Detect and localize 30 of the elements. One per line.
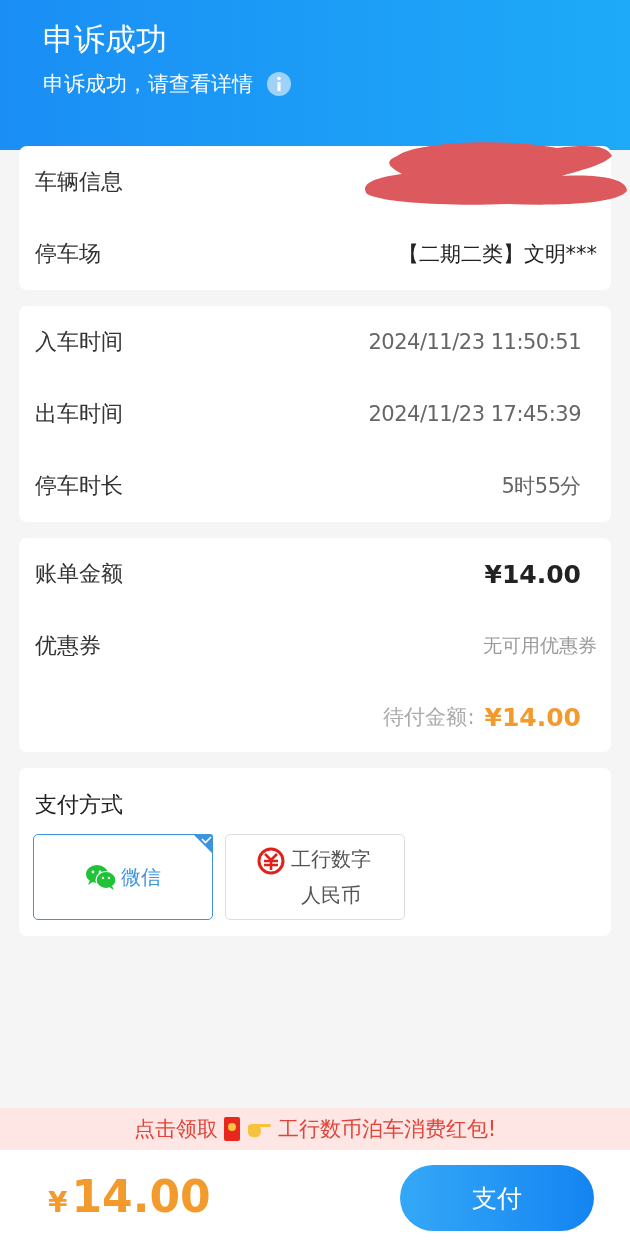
row-label: 出车时间	[35, 400, 123, 428]
row-value: 2024/11/23 11:50:51	[368, 330, 581, 354]
promo-banner[interactable]: 点击领取 工行数币泊车消费红包!	[0, 1108, 630, 1150]
yuan-coin-icon	[257, 847, 285, 875]
chat-bubbles-icon	[85, 864, 117, 890]
promo-text: 点击领取	[133, 1116, 218, 1143]
status-message: 申诉成功，请查看详情	[43, 71, 253, 98]
page-title: 申诉成功	[43, 20, 168, 59]
total-amount: ¥14.00	[48, 1170, 211, 1222]
promo-text: 工行数币泊车消费红包!	[277, 1116, 497, 1143]
row-label: 车辆信息	[35, 168, 123, 196]
payment-option[interactable]: 工行数字人民币	[225, 834, 405, 920]
due-label: 待付金额:	[383, 704, 475, 731]
row-value: 2024/11/23 17:45:39	[368, 402, 581, 426]
coupon-value: 无可用优惠券	[483, 633, 597, 658]
row-label: 停车场	[35, 240, 101, 268]
pay-button[interactable]: 支付	[400, 1165, 594, 1231]
due-amount: ¥14.00	[484, 702, 581, 732]
check-icon	[193, 834, 213, 854]
info-icon	[267, 72, 291, 96]
row-label: 停车时长	[35, 472, 123, 500]
row-label: 优惠券	[35, 632, 101, 660]
parking-lot-value: 【二期二类】文明***	[397, 241, 597, 268]
row-label: 入车时间	[35, 328, 123, 356]
envelope-icon	[223, 1117, 240, 1141]
row-value: 5时55分	[501, 473, 581, 500]
row-label: 账单金额	[35, 560, 123, 588]
section-title: 支付方式	[35, 791, 124, 819]
payment-option[interactable]: 微信	[33, 834, 213, 920]
bill-amount: ¥14.00	[484, 559, 581, 589]
